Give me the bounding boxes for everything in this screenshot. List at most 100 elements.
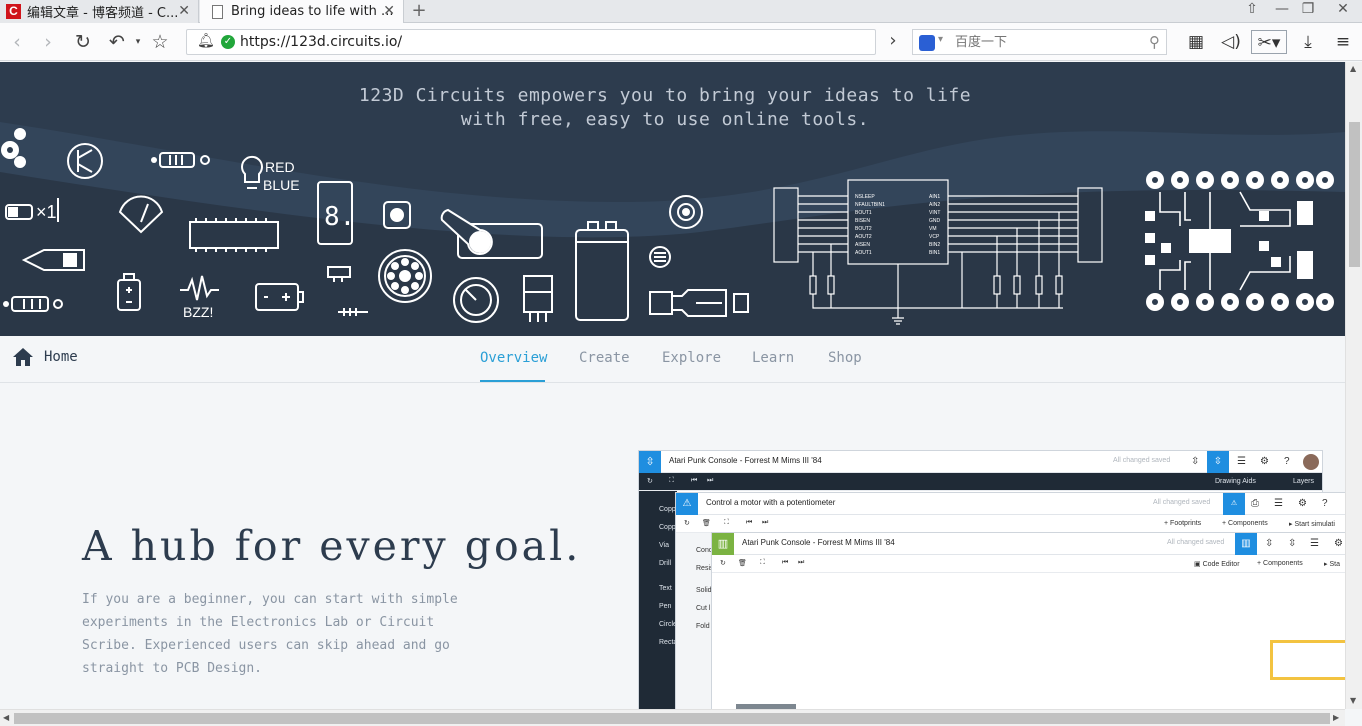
- restore-button[interactable]: ❐: [1296, 1, 1320, 17]
- download-icon[interactable]: ⤓: [1295, 30, 1321, 54]
- gear-icon[interactable]: ⚙: [1334, 538, 1343, 549]
- ic-chip-icon: [189, 218, 279, 252]
- search-box[interactable]: ▾ ⚲: [912, 29, 1167, 55]
- tool-sidebar: Cond Resis Solid Cut l Fold: [676, 533, 714, 709]
- back-button[interactable]: ‹: [4, 30, 30, 54]
- scroll-thumb[interactable]: [1349, 122, 1360, 267]
- skip-forward-icon[interactable]: ⏭: [762, 519, 768, 527]
- secure-lock-icon[interactable]: ✓: [221, 35, 235, 49]
- components-button[interactable]: + Components: [1257, 560, 1303, 567]
- scroll-right-icon[interactable]: ▶: [1333, 713, 1339, 722]
- fit-icon[interactable]: ⛶: [724, 519, 729, 527]
- tab-overview[interactable]: Overview: [480, 350, 547, 366]
- svg-text:NSLEEP: NSLEEP: [855, 194, 875, 200]
- components-button[interactable]: + Components: [1222, 520, 1268, 527]
- search-icon[interactable]: ⚲: [1149, 33, 1160, 51]
- list-icon[interactable]: ☰: [1237, 456, 1246, 467]
- gear-icon[interactable]: ⚙: [1298, 498, 1307, 509]
- trash-icon[interactable]: 🗑︎: [702, 519, 711, 527]
- horizontal-scrollbar[interactable]: ◀ ▶: [0, 709, 1345, 726]
- new-tab-button[interactable]: +: [407, 0, 431, 23]
- pcb-view-icon[interactable]: ⇳: [1207, 451, 1229, 473]
- shirt-icon[interactable]: ⇧: [1240, 1, 1264, 17]
- bookmark-star-icon[interactable]: ☆: [147, 30, 173, 54]
- speaker-icon[interactable]: ◁): [1218, 30, 1244, 54]
- chip-pin-labels: NSLEEP NFAULTBIN1 BOUT1 BISEN BOUT2 AOUT…: [855, 194, 941, 256]
- list-icon[interactable]: ☰: [1274, 498, 1283, 509]
- scroll-down-icon[interactable]: ▼: [1350, 696, 1356, 705]
- tool-sidebar: Copp Copp Via Drill Text Pen Circle Rect…: [639, 491, 677, 709]
- battery-cell-icon: [117, 273, 141, 311]
- minimize-button[interactable]: —: [1270, 1, 1294, 17]
- start-simulation-button[interactable]: ▸ Sta: [1324, 560, 1340, 568]
- tool-pen[interactable]: Pen: [659, 603, 671, 610]
- tab-create[interactable]: Create: [579, 350, 630, 366]
- menu-icon[interactable]: ≡: [1330, 30, 1356, 54]
- footprints-button[interactable]: + Footprints: [1164, 520, 1201, 527]
- forward-button[interactable]: ›: [35, 30, 61, 54]
- help-icon[interactable]: ?: [1284, 456, 1290, 467]
- tool-copper-2[interactable]: Copp: [659, 524, 676, 531]
- search-input[interactable]: [955, 33, 1135, 51]
- gears-icon: [1, 128, 26, 168]
- baidu-icon[interactable]: [919, 35, 935, 51]
- tool-cut-line[interactable]: Cut l: [696, 605, 710, 612]
- gear-icon[interactable]: ⚙: [1260, 456, 1269, 467]
- avatar[interactable]: [1303, 454, 1319, 470]
- buzz-label: BZZ!: [183, 304, 213, 320]
- tab-learn[interactable]: Learn: [752, 350, 794, 366]
- tool-solid[interactable]: Solid: [696, 587, 712, 594]
- browser-tab-csdn[interactable]: C 编辑文章 - 博客频道 - C... ✕: [0, 0, 199, 23]
- trash-icon[interactable]: 🗑︎: [738, 559, 747, 567]
- list-icon[interactable]: ☰: [1310, 538, 1319, 549]
- tool-via[interactable]: Via: [659, 542, 669, 549]
- tool-text[interactable]: Text: [659, 585, 672, 592]
- layers-button[interactable]: Layers: [1293, 478, 1314, 485]
- fit-icon[interactable]: ⛶: [760, 559, 765, 567]
- pcb-view-icon[interactable]: ⇳: [1288, 538, 1296, 549]
- fit-icon[interactable]: ⛶: [669, 477, 674, 485]
- skip-back-icon[interactable]: ⏮: [691, 477, 697, 485]
- tool-copper[interactable]: Copp: [659, 506, 676, 513]
- vertical-scrollbar[interactable]: ▲ ▼: [1345, 62, 1362, 709]
- window-close-button[interactable]: ✕: [1331, 1, 1355, 17]
- close-icon[interactable]: ✕: [178, 3, 190, 19]
- reload-icon[interactable]: ↻: [720, 559, 726, 567]
- apps-grid-icon[interactable]: ▦: [1183, 30, 1209, 54]
- breadboard-view-icon[interactable]: ▥: [1235, 533, 1257, 555]
- chevron-down-icon[interactable]: ▾: [938, 34, 943, 45]
- tool-fold[interactable]: Fold: [696, 623, 710, 630]
- scroll-thumb[interactable]: [14, 713, 1330, 724]
- reload-icon[interactable]: ↻: [647, 477, 653, 485]
- reload-button[interactable]: ↻: [70, 30, 96, 54]
- scribe-view-icon[interactable]: ⚠: [1223, 493, 1245, 515]
- resistor-icon: [327, 266, 368, 316]
- skip-back-icon[interactable]: ⏮: [782, 559, 788, 567]
- address-bar[interactable]: 🔔︎ ✓ https://123d.circuits.io/: [186, 29, 876, 55]
- drawing-aids-button[interactable]: Drawing Aids: [1215, 478, 1256, 485]
- skip-forward-icon[interactable]: ⏭: [707, 477, 713, 485]
- browser-tab-123d[interactable]: Bring ideas to life with ... ✕: [200, 0, 404, 23]
- home-link[interactable]: Home: [12, 347, 78, 367]
- tab-explore[interactable]: Explore: [662, 350, 721, 366]
- skip-forward-icon[interactable]: ⏭: [798, 559, 804, 567]
- url-text[interactable]: https://123d.circuits.io/: [240, 34, 402, 50]
- battery-horizontal-icon: [255, 283, 304, 311]
- tab-shop[interactable]: Shop: [828, 350, 862, 366]
- component-icon[interactable]: ⇳: [1191, 456, 1199, 467]
- print-icon[interactable]: ⎙: [1251, 498, 1259, 509]
- notification-icon[interactable]: 🔔︎: [197, 33, 215, 49]
- scissors-icon[interactable]: ✂▾: [1251, 30, 1287, 54]
- code-editor-button[interactable]: ▣ Code Editor: [1194, 560, 1240, 568]
- schematic-view-icon[interactable]: ⇳: [1265, 538, 1273, 549]
- start-simulation-button[interactable]: ▸ Start simulati: [1289, 520, 1335, 528]
- help-icon[interactable]: ?: [1322, 498, 1328, 509]
- scroll-up-icon[interactable]: ▲: [1350, 64, 1356, 73]
- go-button[interactable]: ›: [878, 29, 908, 55]
- voltage-regulator-icon: [523, 275, 553, 322]
- tool-drill[interactable]: Drill: [659, 560, 671, 567]
- scroll-left-icon[interactable]: ◀: [3, 713, 9, 722]
- reload-icon[interactable]: ↻: [684, 519, 690, 527]
- close-icon[interactable]: ✕: [383, 3, 395, 19]
- skip-back-icon[interactable]: ⏮: [746, 519, 752, 527]
